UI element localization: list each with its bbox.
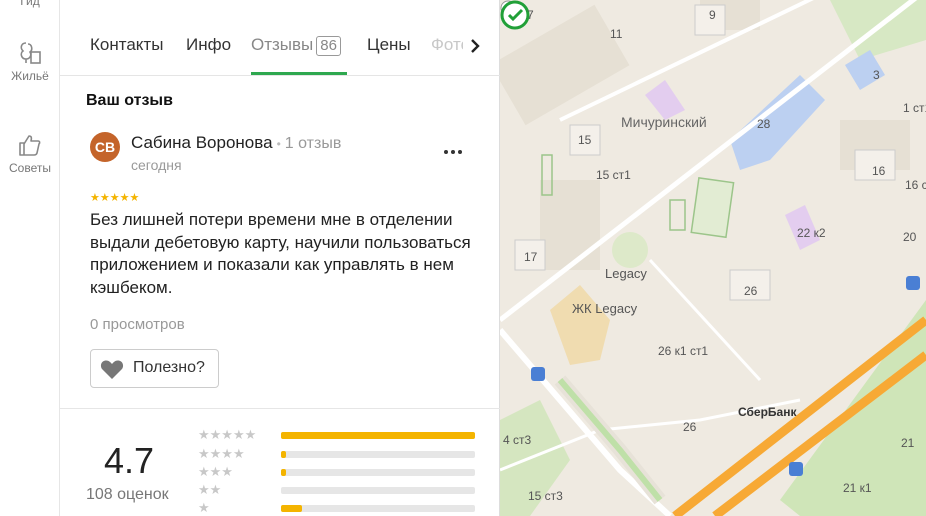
map-building-number: 4 ст3: [503, 433, 532, 447]
overall-rating: 4.7: [104, 440, 155, 481]
sberbank-logo-icon[interactable]: [500, 0, 530, 30]
tab-contacts[interactable]: Контакты: [90, 35, 163, 55]
dot-icon: [451, 150, 455, 154]
left-sidebar: Гид Жильё Советы: [0, 0, 60, 516]
sidebar-item-tips[interactable]: Советы: [0, 132, 60, 175]
map-building-number: 15 ст1: [596, 168, 631, 182]
avatar[interactable]: СВ: [90, 132, 120, 162]
map-building-number: 28: [757, 117, 771, 131]
sidebar-item-housing[interactable]: Жильё: [0, 40, 60, 83]
author-name[interactable]: Сабина Воронова: [131, 133, 273, 152]
chevron-right-icon[interactable]: [468, 36, 482, 56]
bus-stop-icon[interactable]: [906, 276, 920, 290]
map-building-number: 7: [527, 8, 534, 22]
active-tab-indicator: [251, 72, 347, 75]
map-view[interactable]: Мичуринский Legacy ЖК Legacy СберБанк 9 1…: [500, 0, 926, 516]
sidebar-item-label: Гид: [20, 0, 40, 8]
map-building-number: 9: [709, 8, 716, 22]
map-building-number: 21 к1: [843, 481, 872, 495]
rating-dist-stars: ★★★★: [198, 446, 245, 461]
bus-stop-icon[interactable]: [531, 367, 545, 381]
rating-dist-bar: [281, 505, 475, 512]
rating-dist-row: ★★★★★: [198, 427, 498, 442]
rating-dist-stars: ★★★★★: [198, 427, 257, 442]
rating-dist-row: ★★★: [198, 464, 498, 479]
sidebar-item-label: Советы: [9, 161, 51, 175]
author-review-count: 1 отзыв: [284, 135, 342, 152]
useful-label: Полезно?: [133, 359, 205, 376]
rating-dist-fill: [281, 469, 286, 476]
rating-dist-row: ★★★★: [198, 446, 498, 461]
rating-dist-fill: [281, 432, 475, 439]
map-building-number: 11: [610, 27, 623, 41]
map-building-number: 20: [903, 230, 917, 244]
thumbs-up-icon: [19, 135, 41, 156]
rating-dist-bar: [281, 451, 475, 458]
map-building-number: 17: [524, 250, 538, 264]
map-building-number: 15 ст3: [528, 489, 563, 503]
more-options-button[interactable]: [444, 141, 468, 154]
reviews-count-badge: 86: [316, 36, 341, 56]
useful-button[interactable]: Полезно?: [90, 349, 219, 388]
map-building-number: 15: [578, 133, 592, 147]
map-building-number: 26: [744, 284, 758, 298]
heart-icon: [100, 360, 124, 379]
tab-info[interactable]: Инфо: [186, 35, 231, 55]
review-author: Сабина Воронова • 1 отзыв: [131, 133, 341, 153]
map-building-number: 1 ст1: [903, 101, 926, 115]
rating-dist-bar: [281, 469, 475, 476]
review-rating-stars: ★★★★★: [90, 192, 140, 204]
rating-dist-fill: [281, 505, 303, 512]
map-building-number: 26: [683, 420, 697, 434]
tab-bar: Контакты Инфо Отзывы86 Цены Фото: [60, 18, 500, 76]
map-building-number: 26 к1 ст1: [658, 344, 709, 358]
app-root: Гид Жильё Советы Контакты Инфо Отзывы 86 …: [0, 0, 926, 516]
map-district-label: Мичуринский: [621, 114, 707, 130]
map-building-number: 22 к2: [797, 226, 826, 240]
tab-prices[interactable]: Цены: [367, 35, 411, 55]
rating-dist-row: ★★: [198, 482, 498, 497]
housing-icon: [20, 42, 41, 64]
rating-count: 108 оценок: [86, 486, 169, 503]
separator-dot: •: [276, 137, 281, 151]
org-panel: Контакты Инфо Отзывы86 Цены Фото Ваш отз…: [60, 0, 500, 516]
map-building-number: 21: [901, 436, 915, 450]
rating-dist-stars: ★: [198, 500, 210, 515]
rating-dist-stars: ★★: [198, 482, 222, 497]
map-poi-legacy-complex[interactable]: ЖК Legacy: [572, 301, 637, 316]
tab-reviews-label: Отзывы: [251, 35, 314, 54]
tab-reviews[interactable]: Отзывы 86: [251, 35, 341, 56]
map-poi-sber[interactable]: СберБанк: [738, 405, 796, 419]
dot-icon: [444, 150, 448, 154]
tab-photo[interactable]: Фото: [431, 35, 463, 55]
rating-dist-bar: [281, 487, 475, 494]
sidebar-item-label: Жильё: [11, 69, 49, 83]
map-poi-legacy[interactable]: Legacy: [605, 266, 647, 281]
rating-dist-fill: [281, 451, 286, 458]
sidebar-item-guide[interactable]: Гид: [0, 0, 60, 8]
map-canvas: [500, 0, 926, 516]
map-building-number: 3: [873, 68, 880, 82]
bus-stop-icon[interactable]: [789, 462, 803, 476]
review-text: Без лишней потери времени мне в отделени…: [90, 210, 471, 297]
rating-dist-stars: ★★★: [198, 464, 233, 479]
map-building-number: 16 ст1: [905, 178, 926, 192]
rating-dist-bar: [281, 432, 475, 439]
map-building-number: 16: [872, 164, 886, 178]
rating-dist-row: ★: [198, 500, 498, 515]
review-views: 0 просмотров: [90, 316, 185, 333]
dot-icon: [458, 150, 462, 154]
section-title: Ваш отзыв: [86, 92, 173, 109]
review-date: сегодня: [131, 157, 182, 173]
divider: [60, 408, 500, 409]
